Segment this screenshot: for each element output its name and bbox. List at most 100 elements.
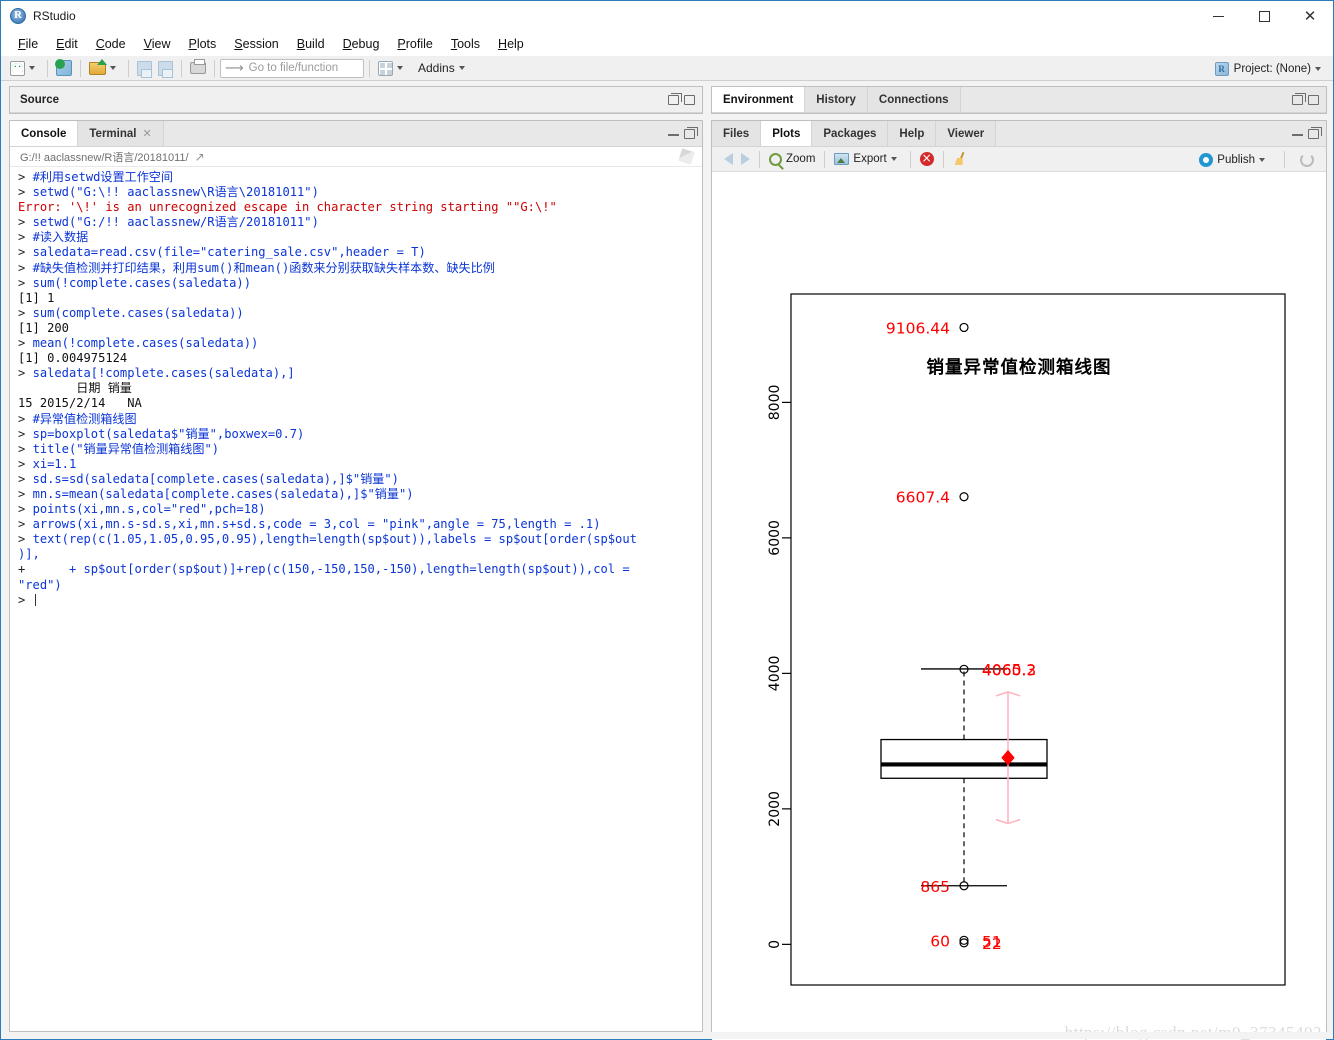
addins-button[interactable]: Addins (410, 58, 472, 79)
menu-tools[interactable]: Tools (442, 34, 489, 54)
plot-canvas[interactable]: 销量异常值检测箱线图 0 2000 4000 6000 8000 9106.44 6607.… (712, 172, 1326, 1040)
minimize-icon (1212, 15, 1224, 17)
restore-pane-icon[interactable] (668, 93, 682, 105)
print-button[interactable] (187, 58, 209, 79)
save-all-button[interactable] (155, 58, 176, 79)
new-file-button[interactable] (7, 58, 42, 79)
maximize-button[interactable] (1241, 1, 1287, 31)
zoom-plot-button[interactable]: Zoom (765, 149, 819, 169)
export-image-icon (834, 153, 850, 165)
pane-layout-button[interactable] (375, 58, 410, 79)
tab-connections-label: Connections (878, 93, 949, 106)
console-line-prompt: > (18, 185, 33, 200)
console-line-prompt: > (18, 366, 33, 381)
tab-plots[interactable]: Plots (761, 121, 813, 146)
menu-debug[interactable]: Debug (334, 34, 389, 54)
console-line-code: #缺失值检测并打印结果，利用sum()和mean()函数来分别获取缺失样本数、缺… (32, 260, 495, 275)
environment-panel: Environment History Connections (711, 86, 1327, 114)
remove-plot-icon (919, 152, 934, 166)
menu-file[interactable]: File (9, 34, 47, 54)
console-line-prompt: > (18, 305, 33, 320)
outlier-label: 51 (982, 933, 1002, 951)
source-panel-window-controls (668, 87, 695, 113)
restore-pane-icon[interactable] (1292, 93, 1306, 105)
remove-plot-button[interactable] (916, 149, 938, 169)
tab-connections[interactable]: Connections (867, 87, 961, 112)
minimize-button[interactable] (1195, 1, 1241, 31)
tab-help[interactable]: Help (888, 121, 937, 146)
project-selector[interactable]: Project: (None) (1214, 56, 1325, 81)
console-line-code: sum(complete.cases(saledata)) (32, 305, 244, 320)
console-line-prompt: > (18, 517, 33, 532)
open-file-button[interactable] (86, 58, 123, 79)
tab-packages[interactable]: Packages (812, 121, 889, 146)
menu-plots[interactable]: Plots (179, 34, 225, 54)
menu-build[interactable]: Build (288, 34, 334, 54)
menu-bar: File Edit Code View Plots Session Build … (1, 31, 1333, 56)
toolbar-separator (942, 150, 944, 168)
refresh-plot-button[interactable] (1296, 150, 1318, 170)
clear-console-icon[interactable] (678, 148, 695, 165)
toolbar-separator (369, 59, 370, 77)
export-label: Export (853, 153, 887, 165)
previous-plot-button[interactable] (720, 149, 737, 169)
console-line-prompt: > (18, 486, 33, 501)
console-line-prompt: > (18, 441, 33, 456)
close-button[interactable]: ✕ (1287, 1, 1333, 31)
close-icon[interactable]: ✕ (142, 127, 151, 140)
source-panel-header: Source (10, 87, 702, 113)
menu-debug-rest: ebug (351, 36, 380, 51)
console-line-prompt: > (18, 260, 33, 275)
next-plot-button[interactable] (737, 149, 754, 169)
chevron-down-icon[interactable] (458, 66, 465, 70)
outlier-label: 60 (930, 932, 950, 950)
chevron-down-icon[interactable] (890, 157, 897, 161)
y-axis-tick-label: 0 (767, 940, 783, 949)
publish-button[interactable]: Publish (1195, 150, 1273, 170)
minimize-pane-icon[interactable] (668, 133, 679, 136)
menu-edit[interactable]: Edit (47, 34, 87, 54)
chevron-down-icon[interactable] (397, 66, 403, 70)
open-folder-icon (89, 58, 107, 75)
export-plot-button[interactable]: Export (830, 149, 904, 169)
chevron-down-icon[interactable] (110, 66, 116, 70)
tab-viewer[interactable]: Viewer (936, 121, 997, 146)
toolbar-separator (824, 150, 826, 168)
console-line-code: mn.s=mean(saledata[complete.cases(saleda… (32, 486, 414, 501)
menu-view[interactable]: View (135, 34, 180, 54)
tab-viewer-label: Viewer (947, 127, 985, 140)
zoom-label: Zoom (786, 153, 816, 165)
new-project-button[interactable] (53, 58, 75, 79)
chevron-down-icon[interactable] (29, 66, 35, 70)
menu-profile[interactable]: Profile (388, 34, 441, 54)
tab-files[interactable]: Files (712, 121, 762, 146)
clear-all-plots-button[interactable] (949, 149, 971, 169)
publish-icon (1199, 152, 1214, 167)
maximize-pane-icon[interactable] (1308, 95, 1319, 105)
plots-tabstrip: Files Plots Packages Help Viewer (712, 121, 1326, 147)
pane-layout-icon (378, 60, 393, 76)
plot-frame (790, 293, 1286, 986)
menu-session[interactable]: Session (225, 34, 287, 54)
open-in-files-icon[interactable]: ↗ (195, 150, 205, 164)
goto-file-function-input[interactable]: ⟶ Go to file/function (220, 58, 364, 78)
tab-console[interactable]: Console (10, 121, 79, 146)
save-button[interactable] (134, 58, 155, 79)
maximize-pane-icon[interactable] (684, 127, 698, 139)
console-output[interactable]: > #利用setwd设置工作空间 > setwd("G:\!! aaclassn… (10, 167, 702, 1028)
menu-code[interactable]: Code (87, 34, 135, 54)
maximize-pane-icon[interactable] (684, 95, 695, 105)
toolbar-separator (47, 59, 48, 77)
chevron-down-icon[interactable] (1259, 157, 1265, 162)
menu-help[interactable]: Help (489, 34, 533, 54)
menu-edit-rest: dit (64, 36, 78, 51)
y-axis-tick-label: 2000 (767, 791, 783, 827)
tab-environment[interactable]: Environment (712, 87, 806, 112)
tab-history[interactable]: History (805, 87, 868, 112)
console-line-prompt: > (18, 471, 33, 486)
minimize-pane-icon[interactable] (1292, 133, 1303, 136)
maximize-pane-icon[interactable] (1308, 127, 1322, 139)
tab-terminal[interactable]: Terminal ✕ (78, 121, 164, 146)
y-axis-tick-label: 8000 (767, 385, 783, 421)
chevron-down-icon[interactable] (1315, 66, 1321, 71)
